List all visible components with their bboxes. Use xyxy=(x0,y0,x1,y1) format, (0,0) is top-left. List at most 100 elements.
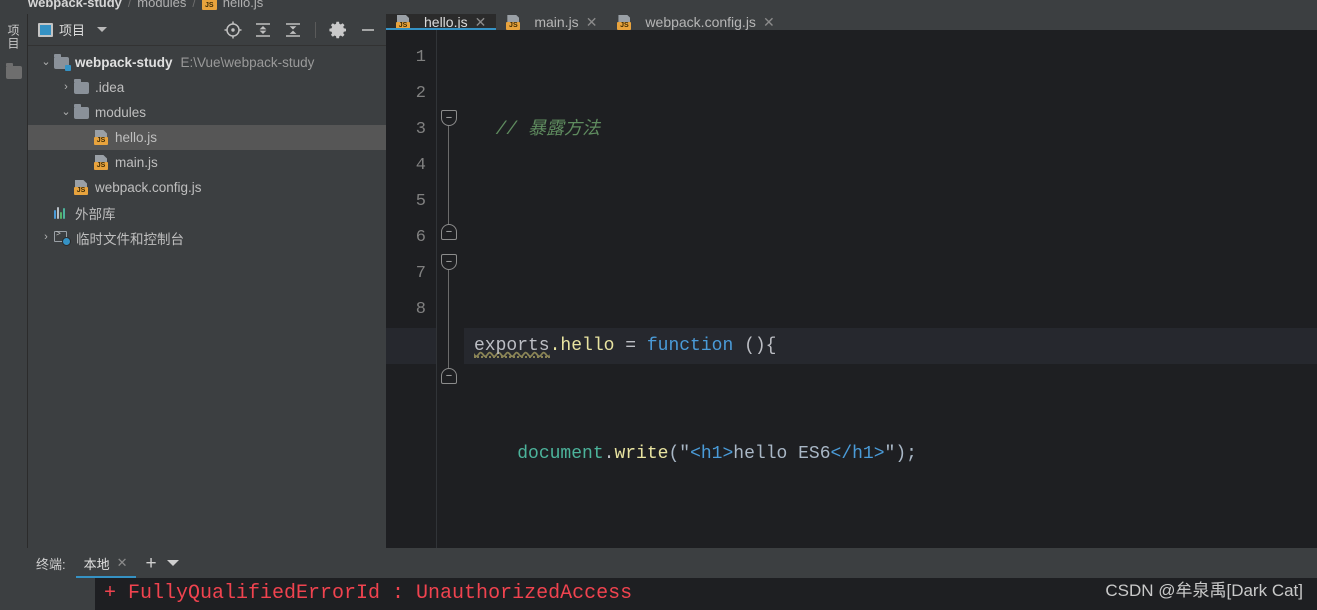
breadcrumb-file[interactable]: hello.js xyxy=(223,0,263,10)
terminal-left-spacer xyxy=(0,578,95,610)
tree-item-label: main.js xyxy=(115,155,158,170)
fold-end-icon[interactable]: − xyxy=(441,224,457,240)
terminal-tab-local[interactable]: 本地 ✕ xyxy=(75,548,136,578)
code-token: document xyxy=(517,444,604,464)
fold-end-icon[interactable]: − xyxy=(441,368,457,384)
project-panel-title: 项目 xyxy=(59,23,86,38)
code-folding-gutter[interactable]: − − − − xyxy=(436,30,464,610)
terminal-tab-label: 本地 xyxy=(83,556,110,572)
js-file-icon: JS xyxy=(94,130,109,145)
code-token: </h1> xyxy=(830,444,885,464)
project-icon xyxy=(38,22,53,37)
close-icon[interactable]: ✕ xyxy=(586,15,598,29)
tree-row[interactable]: JS main.js xyxy=(28,150,386,175)
chevron-down-icon[interactable] xyxy=(166,560,179,566)
breadcrumb-folder[interactable]: modules xyxy=(137,0,186,10)
code-token: (){ xyxy=(733,336,777,356)
code-line-1: // 暴露方法 xyxy=(474,112,1317,148)
js-file-icon: JS xyxy=(396,14,411,30)
line-number: 3 xyxy=(415,120,426,139)
code-token: <h1> xyxy=(690,444,734,464)
code-token: (" xyxy=(668,444,691,464)
js-file-icon: JS xyxy=(94,155,109,170)
tab-webpack-config-js[interactable]: JS webpack.config.js ✕ xyxy=(607,14,784,30)
close-icon[interactable]: ✕ xyxy=(117,555,128,571)
external-libraries-icon xyxy=(54,206,69,219)
tree-row[interactable]: JS hello.js xyxy=(28,125,386,150)
chevron-right-icon[interactable]: › xyxy=(58,82,74,93)
tree-item-label: 外部库 xyxy=(75,206,116,222)
fold-range-line xyxy=(448,262,449,374)
tree-row[interactable]: ⌄ modules xyxy=(28,100,386,125)
folder-icon xyxy=(74,78,89,94)
tab-main-js[interactable]: JS main.js ✕ xyxy=(496,14,607,30)
tab-hello-js[interactable]: JS hello.js ✕ xyxy=(386,14,497,30)
tree-item-label: modules xyxy=(95,105,147,120)
line-number: 1 xyxy=(415,48,426,67)
folder-icon[interactable] xyxy=(5,63,22,79)
breadcrumb-root[interactable]: webpack-study xyxy=(28,0,122,10)
code-token: exports xyxy=(474,336,550,358)
code-token: = xyxy=(614,336,647,356)
close-icon[interactable]: ✕ xyxy=(475,15,487,29)
tree-item-label: 临时文件和控制台 xyxy=(76,231,184,247)
tab-label: webpack.config.js xyxy=(645,14,756,30)
chevron-down-icon[interactable]: ⌄ xyxy=(58,107,74,118)
editor-tab-bar: JS hello.js ✕ JS main.js ✕ JS webpack.co… xyxy=(386,14,1317,30)
tab-label: main.js xyxy=(534,14,579,30)
tab-label: hello.js xyxy=(424,14,468,30)
gear-icon[interactable] xyxy=(326,18,350,42)
fold-range-line xyxy=(448,118,449,230)
code-token: function xyxy=(646,336,734,356)
line-number: 9 xyxy=(415,336,426,355)
add-terminal-icon[interactable]: + xyxy=(146,554,157,573)
chevron-right-icon[interactable]: › xyxy=(38,232,54,243)
project-tree: ⌄ webpack-study E:\Vue\webpack-study › .… xyxy=(28,46,386,548)
tree-item-label: hello.js xyxy=(115,130,158,145)
tree-row[interactable]: 外部库 xyxy=(28,200,386,225)
line-number: 7 xyxy=(415,264,426,283)
collapse-all-icon[interactable] xyxy=(281,18,305,42)
close-icon[interactable]: ✕ xyxy=(763,15,775,29)
editor-area: JS hello.js ✕ JS main.js ✕ JS webpack.co… xyxy=(386,14,1317,610)
minimize-icon[interactable] xyxy=(356,18,380,42)
js-file-icon: JS xyxy=(201,0,217,10)
tool-window-strip: 项目 xyxy=(0,14,28,548)
module-folder-icon xyxy=(54,53,71,71)
line-number-gutter: 1 2 3 4 5 6 7 8 9 xyxy=(386,30,436,610)
locate-icon[interactable] xyxy=(221,18,245,42)
line-number: 2 xyxy=(415,84,426,103)
code-token: .hello xyxy=(549,336,615,356)
fold-collapse-icon[interactable]: − xyxy=(441,254,457,270)
project-panel: 项目 ⌄ webpack-study E:\Vue\webpack-study … xyxy=(28,14,386,548)
tree-row[interactable]: JS webpack.config.js xyxy=(28,175,386,200)
line-number: 6 xyxy=(415,228,426,247)
sidebar-item-project[interactable]: 项目 xyxy=(5,20,22,56)
code-line-3: exports.hello = function (){ xyxy=(474,328,1317,364)
line-number: 4 xyxy=(415,156,426,175)
tree-row[interactable]: › .idea xyxy=(28,75,386,100)
js-file-icon: JS xyxy=(617,14,632,30)
terminal-label: 终端: xyxy=(36,556,66,572)
tree-row[interactable]: › 临时文件和控制台 xyxy=(28,225,386,250)
breadcrumb: webpack-study / modules / JS hello.js xyxy=(0,0,1317,14)
line-number: 8 xyxy=(415,300,426,319)
scratches-console-icon xyxy=(54,230,71,246)
code-content[interactable]: // 暴露方法 exports.hello = function (){ doc… xyxy=(464,30,1317,610)
chevron-down-icon[interactable]: ⌄ xyxy=(38,57,54,68)
code-token: "); xyxy=(884,444,917,464)
code-editor[interactable]: 1 2 3 4 5 6 7 8 9 − − − − // 暴露方法 export… xyxy=(386,30,1317,610)
toolbar-divider xyxy=(315,21,316,38)
code-token: . xyxy=(603,444,615,464)
code-line-4: document.write("<h1>hello ES6</h1>"); xyxy=(474,436,1317,472)
ide-window: webpack-study / modules / JS hello.js 项目… xyxy=(0,0,1317,610)
chevron-down-icon[interactable] xyxy=(97,27,108,32)
fold-collapse-icon[interactable]: − xyxy=(441,110,457,126)
expand-all-icon[interactable] xyxy=(251,18,275,42)
breadcrumb-separator: / xyxy=(192,0,196,10)
folder-icon xyxy=(74,103,89,119)
line-number: 5 xyxy=(415,192,426,211)
tree-row[interactable]: ⌄ webpack-study E:\Vue\webpack-study xyxy=(28,50,386,75)
